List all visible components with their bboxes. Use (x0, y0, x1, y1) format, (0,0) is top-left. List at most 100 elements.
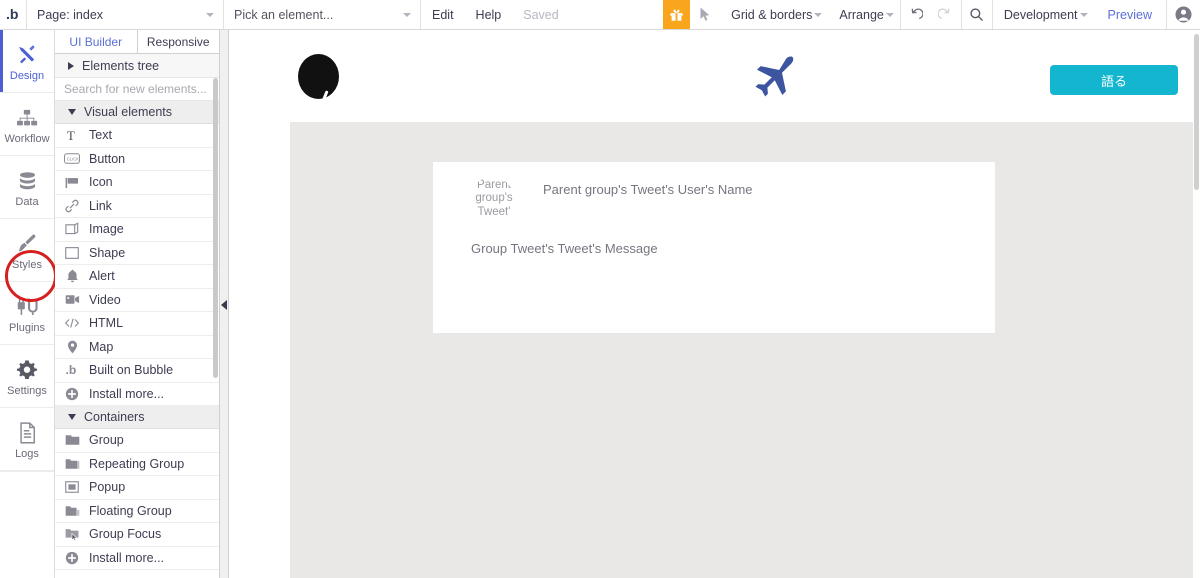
element-label: Video (89, 292, 121, 307)
element-item-text[interactable]: T Text (55, 124, 219, 148)
version-dropdown[interactable]: Development (993, 0, 1094, 29)
element-item-video[interactable]: Video (55, 289, 219, 312)
element-item-popup[interactable]: Popup (55, 476, 219, 500)
popup-window-icon (64, 479, 80, 495)
help-menu[interactable]: Help (465, 0, 513, 29)
grid-borders-dropdown[interactable]: Grid & borders (720, 0, 828, 29)
page-selector[interactable]: Page: index (26, 0, 223, 29)
element-item-alert[interactable]: Alert (55, 265, 219, 289)
section-header-visual-elements[interactable]: Visual elements (55, 101, 219, 124)
bubble-logo-icon[interactable]: .b (0, 0, 26, 29)
undo-icon[interactable] (901, 0, 931, 29)
svg-text:CLICK: CLICK (67, 157, 79, 162)
tab-ui-builder[interactable]: UI Builder (55, 30, 138, 53)
rail-item-logs[interactable]: Logs (0, 408, 54, 471)
rail-label: Styles (12, 259, 42, 271)
rail-filler (0, 471, 54, 472)
element-label: Shape (89, 245, 126, 260)
bubble-logo-icon: .b (64, 362, 80, 378)
search-elements-input[interactable]: Search for new elements... (55, 78, 219, 101)
elements-tree-toggle[interactable]: Elements tree (55, 54, 219, 78)
element-item-floating-group[interactable]: Floating Group (55, 500, 219, 523)
chevron-left-icon[interactable] (221, 300, 227, 310)
element-item-map[interactable]: Map (55, 336, 219, 359)
redo-icon[interactable] (931, 0, 961, 29)
element-item-image[interactable]: Image (55, 218, 219, 242)
airplane-icon[interactable] (745, 56, 795, 107)
user-avatar-icon[interactable] (1166, 0, 1200, 29)
cursor-pointer-icon[interactable] (690, 0, 720, 29)
element-item-built-on-bubble[interactable]: .b Built on Bubble (55, 359, 219, 383)
section-header-containers[interactable]: Containers (55, 406, 219, 429)
element-item-group-focus[interactable]: Group Focus (55, 523, 219, 547)
page-body-background: Parent group's Tweet' Parent group's Twe… (290, 122, 1193, 578)
element-item-group[interactable]: Group (55, 429, 219, 453)
chevron-down-icon (814, 12, 823, 17)
top-toolbar: .b Page: index Pick an element... Edit H… (0, 0, 1200, 30)
rail-label: Design (9, 70, 45, 82)
search-placeholder: Search for new elements... (64, 82, 207, 96)
canvas-scrollbar-thumb[interactable] (1194, 34, 1199, 190)
element-label: Group Focus (89, 527, 162, 542)
group-focus-icon (64, 526, 80, 542)
rail-label: Plugins (8, 322, 46, 334)
panel-scrollbar[interactable] (213, 78, 218, 378)
element-selector[interactable]: Pick an element... (223, 0, 420, 29)
chevron-down-icon (68, 414, 76, 420)
tweet-card: Parent group's Tweet' Parent group's Twe… (433, 162, 995, 333)
talk-cta-button[interactable]: 語る (1050, 65, 1178, 95)
chevron-down-icon (403, 12, 411, 17)
rectangle-shape-icon (64, 245, 80, 261)
page-selector-label: Page: index (37, 7, 104, 22)
rail-label: Logs (15, 448, 39, 460)
grid-borders-label: Grid & borders (731, 7, 813, 22)
document-lines-icon (18, 418, 37, 444)
element-item-shape[interactable]: Shape (55, 242, 219, 265)
element-item-repeating-group[interactable]: Repeating Group (55, 453, 219, 476)
saved-status: Saved (523, 7, 559, 22)
rail-item-plugins[interactable]: Plugins (0, 282, 54, 345)
chevron-down-icon (885, 12, 894, 17)
search-icon[interactable] (962, 0, 992, 29)
element-item-link[interactable]: Link (55, 195, 219, 218)
rail-item-design[interactable]: Design (0, 30, 54, 93)
tweet-user-avatar-placeholder[interactable]: Parent group's Tweet' (470, 177, 514, 221)
element-label: Floating Group (89, 503, 172, 518)
paintbrush-icon (16, 229, 38, 255)
gift-icon[interactable] (663, 0, 691, 29)
workflow-tree-icon (16, 103, 38, 129)
bell-alert-icon (64, 268, 80, 284)
section-title: Visual elements (84, 105, 173, 119)
preview-button[interactable]: Preview (1094, 0, 1166, 29)
chevron-right-icon (68, 61, 74, 70)
tweet-message-text: Group Tweet's Tweet's Message (471, 241, 658, 256)
element-label: Button (89, 151, 126, 166)
element-item-html[interactable]: HTML (55, 312, 219, 336)
ui-builder-panel: UI Builder Responsive Elements tree Sear… (55, 30, 220, 578)
element-label: Map (89, 339, 114, 354)
rail-item-data[interactable]: Data (0, 156, 54, 219)
video-camera-icon (64, 292, 80, 308)
arrange-dropdown[interactable]: Arrange (828, 0, 899, 29)
element-item-install-more-visual[interactable]: Install more... (55, 383, 219, 406)
folder-group-icon (64, 432, 80, 448)
element-selector-label: Pick an element... (234, 7, 334, 22)
black-circle-avatar-icon[interactable] (298, 54, 339, 110)
rail-item-settings[interactable]: Settings (0, 345, 54, 408)
element-item-icon[interactable]: Icon (55, 171, 219, 195)
click-button-icon: CLICK (64, 151, 80, 167)
edit-menu[interactable]: Edit (421, 0, 465, 29)
rail-item-styles[interactable]: Styles (0, 219, 54, 282)
page-canvas: 語る Parent group's Tweet' Parent group's … (230, 30, 1193, 578)
left-nav-rail: Design Workflow Data Styles Plugins Sett… (0, 30, 55, 578)
arrange-label: Arrange (839, 7, 884, 22)
element-label: Alert (89, 269, 115, 284)
element-item-install-more-containers[interactable]: Install more... (55, 547, 219, 570)
element-label: Install more... (89, 550, 165, 565)
element-item-button[interactable]: CLICK Button (55, 148, 219, 171)
rail-item-workflow[interactable]: Workflow (0, 93, 54, 156)
tab-responsive[interactable]: Responsive (137, 30, 219, 53)
code-brackets-icon (64, 315, 80, 331)
element-label: Install more... (89, 386, 165, 401)
flag-icon (64, 174, 80, 190)
